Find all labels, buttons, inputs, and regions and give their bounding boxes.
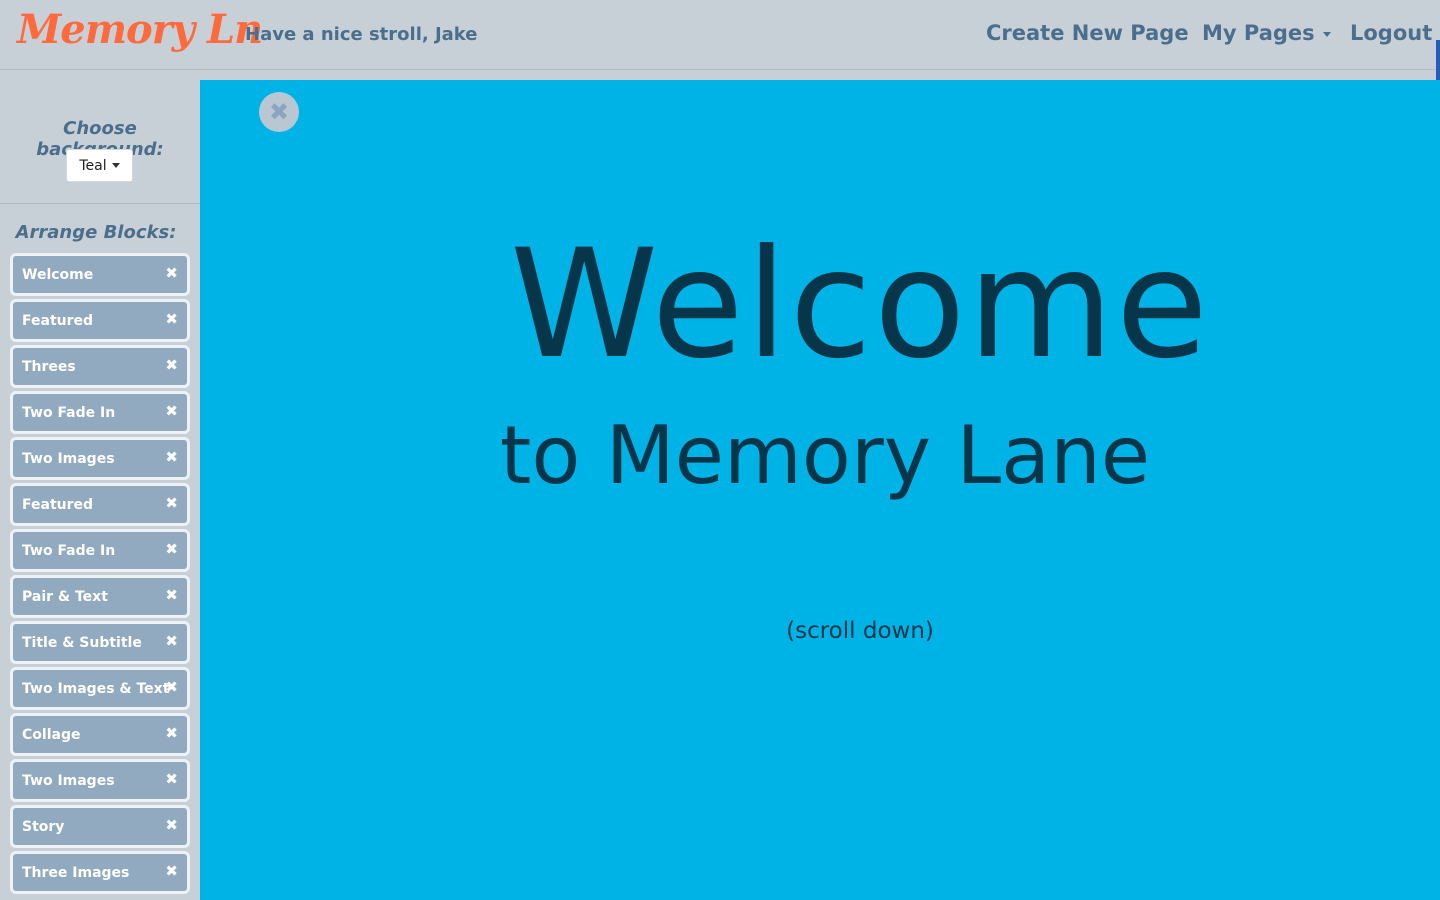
welcome-title: Welcome [509, 218, 1211, 392]
block-item[interactable]: Two Images ✖ [10, 759, 190, 802]
background-select[interactable]: Teal [66, 149, 133, 182]
block-item[interactable]: Pair & Text ✖ [10, 575, 190, 618]
my-pages-label: My Pages [1202, 21, 1315, 45]
close-preview-button[interactable]: ✖ [259, 92, 299, 132]
user-greeting: Have a nice stroll, Jake [245, 24, 478, 45]
remove-block-icon[interactable]: ✖ [165, 724, 178, 742]
close-icon: ✖ [268, 98, 290, 126]
block-label: Threes [22, 359, 76, 375]
sidebar-divider [0, 203, 200, 204]
block-label: Three Images [22, 865, 130, 881]
block-label: Title & Subtitle [22, 635, 142, 651]
remove-block-icon[interactable]: ✖ [165, 402, 178, 420]
chevron-down-icon [1322, 31, 1331, 37]
block-list: Welcome ✖ Featured ✖ Threes ✖ Two Fade In ✖ Two … [10, 253, 190, 897]
block-item[interactable]: Title & Subtitle ✖ [10, 621, 190, 664]
block-label: Two Images [22, 451, 115, 467]
top-navbar: Memory Ln Have a nice stroll, Jake Creat… [0, 0, 1440, 80]
block-item[interactable]: Two Fade In ✖ [10, 391, 190, 434]
block-label: Welcome [22, 267, 94, 283]
remove-block-icon[interactable]: ✖ [165, 678, 178, 696]
block-label: Two Images [22, 773, 115, 789]
remove-block-icon[interactable]: ✖ [165, 310, 178, 328]
create-new-page-link[interactable]: Create New Page [986, 21, 1189, 45]
remove-block-icon[interactable]: ✖ [165, 816, 178, 834]
block-item[interactable]: Featured ✖ [10, 483, 190, 526]
block-item[interactable]: Two Images & Text ✖ [10, 667, 190, 710]
block-label: Featured [22, 313, 94, 329]
arrange-blocks-label: Arrange Blocks: [15, 222, 177, 243]
remove-block-icon[interactable]: ✖ [165, 448, 178, 466]
block-label: Collage [22, 727, 81, 743]
remove-block-icon[interactable]: ✖ [165, 494, 178, 512]
remove-block-icon[interactable]: ✖ [165, 356, 178, 374]
background-select-value: Teal [79, 157, 107, 174]
block-item[interactable]: Three Images ✖ [10, 851, 190, 894]
remove-block-icon[interactable]: ✖ [165, 632, 178, 650]
block-label: Pair & Text [22, 589, 108, 605]
block-item[interactable]: Featured ✖ [10, 299, 190, 342]
block-label: Two Fade In [22, 543, 116, 559]
block-label: Two Images & Text [22, 681, 170, 697]
block-label: Two Fade In [22, 405, 116, 421]
chevron-down-icon [111, 163, 120, 168]
block-item[interactable]: Collage ✖ [10, 713, 190, 756]
block-item[interactable]: Story ✖ [10, 805, 190, 848]
block-item[interactable]: Welcome ✖ [10, 253, 190, 296]
page-preview: ✖ Welcome to Memory Lane (scroll down) [200, 80, 1440, 900]
logout-link[interactable]: Logout [1350, 21, 1432, 45]
block-item[interactable]: Threes ✖ [10, 345, 190, 388]
block-item[interactable]: Two Fade In ✖ [10, 529, 190, 572]
block-label: Featured [22, 497, 94, 513]
scroll-hint: (scroll down) [786, 618, 934, 644]
remove-block-icon[interactable]: ✖ [165, 862, 178, 880]
remove-block-icon[interactable]: ✖ [165, 586, 178, 604]
editor-sidebar: Choose background: Teal Arrange Blocks: … [0, 71, 200, 900]
remove-block-icon[interactable]: ✖ [165, 264, 178, 282]
remove-block-icon[interactable]: ✖ [165, 540, 178, 558]
block-label: Story [22, 819, 65, 835]
welcome-subtitle: to Memory Lane [500, 409, 1151, 502]
my-pages-dropdown[interactable]: My Pages [1202, 21, 1331, 45]
scrollbar-edge [1436, 40, 1440, 80]
remove-block-icon[interactable]: ✖ [165, 770, 178, 788]
brand-logo[interactable]: Memory Ln [17, 6, 263, 53]
block-item[interactable]: Two Images ✖ [10, 437, 190, 480]
